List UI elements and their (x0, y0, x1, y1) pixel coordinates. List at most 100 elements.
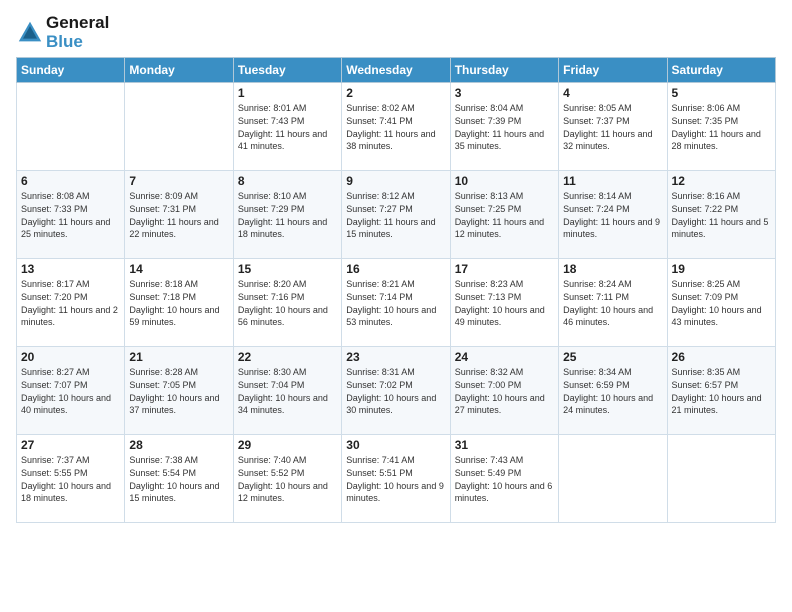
day-number: 25 (563, 350, 662, 364)
calendar-cell: 19 Sunrise: 8:25 AMSunset: 7:09 PMDayligh… (667, 259, 775, 347)
calendar-cell: 1Sunrise: 8:01 AMSunset: 7:43 PMDaylight… (233, 83, 341, 171)
day-info: Sunrise: 8:32 AMSunset: 7:00 PMDaylight:… (455, 366, 554, 416)
day-info: Sunrise: 7:40 AMSunset: 5:52 PMDaylight:… (238, 454, 337, 504)
calendar-week-row: 13 Sunrise: 8:17 AMSunset: 7:20 PMDayligh… (17, 259, 776, 347)
day-number: 5 (672, 86, 771, 100)
calendar-week-row: 1Sunrise: 8:01 AMSunset: 7:43 PMDaylight… (17, 83, 776, 171)
calendar-cell: 16Sunrise: 8:21 AMSunset: 7:14 PMDayligh… (342, 259, 450, 347)
day-info: Sunrise: 8:28 AMSunset: 7:05 PMDaylight:… (129, 366, 228, 416)
day-number: 21 (129, 350, 228, 364)
calendar-cell: 4 Sunrise: 8:05 AMSunset: 7:37 PMDaylight… (559, 83, 667, 171)
day-number: 20 (21, 350, 120, 364)
calendar-cell (125, 83, 233, 171)
logo-icon (16, 19, 44, 47)
day-info: Sunrise: 8:30 AMSunset: 7:04 PMDaylight:… (238, 366, 337, 416)
calendar-cell: 31Sunrise: 7:43 AMSunset: 5:49 PMDayligh… (450, 435, 558, 523)
calendar-table: SundayMondayTuesdayWednesdayThursdayFrid… (16, 57, 776, 523)
day-info: Sunrise: 8:08 AMSunset: 7:33 PMDaylight:… (21, 190, 120, 240)
day-number: 17 (455, 262, 554, 276)
day-info: Sunrise: 8:31 AMSunset: 7:02 PMDaylight:… (346, 366, 445, 416)
logo-text: General Blue (46, 14, 109, 51)
day-number: 13 (21, 262, 120, 276)
day-number: 27 (21, 438, 120, 452)
calendar-cell: 7 Sunrise: 8:09 AMSunset: 7:31 PMDaylight… (125, 171, 233, 259)
day-info: Sunrise: 8:35 AMSunset: 6:57 PMDaylight:… (672, 366, 771, 416)
weekday-header: Thursday (450, 58, 558, 83)
weekday-header: Monday (125, 58, 233, 83)
calendar-cell: 8Sunrise: 8:10 AMSunset: 7:29 PMDaylight… (233, 171, 341, 259)
calendar-week-row: 27 Sunrise: 7:37 AMSunset: 5:55 PMDayligh… (17, 435, 776, 523)
day-info: Sunrise: 8:27 AMSunset: 7:07 PMDaylight:… (21, 366, 120, 416)
calendar-week-row: 6 Sunrise: 8:08 AMSunset: 7:33 PMDaylight… (17, 171, 776, 259)
calendar-cell: 30 Sunrise: 7:41 AMSunset: 5:51 PMDayligh… (342, 435, 450, 523)
day-info: Sunrise: 8:04 AMSunset: 7:39 PMDaylight:… (455, 102, 554, 152)
day-info: Sunrise: 8:09 AMSunset: 7:31 PMDaylight:… (129, 190, 228, 240)
calendar-cell: 13 Sunrise: 8:17 AMSunset: 7:20 PMDayligh… (17, 259, 125, 347)
calendar-cell: 23 Sunrise: 8:31 AMSunset: 7:02 PMDayligh… (342, 347, 450, 435)
calendar-cell: 12 Sunrise: 8:16 AMSunset: 7:22 PMDayligh… (667, 171, 775, 259)
calendar-cell: 10 Sunrise: 8:13 AMSunset: 7:25 PMDayligh… (450, 171, 558, 259)
day-info: Sunrise: 8:24 AMSunset: 7:11 PMDaylight:… (563, 278, 662, 328)
day-number: 11 (563, 174, 662, 188)
day-number: 7 (129, 174, 228, 188)
day-number: 14 (129, 262, 228, 276)
day-number: 28 (129, 438, 228, 452)
day-number: 31 (455, 438, 554, 452)
day-info: Sunrise: 8:01 AMSunset: 7:43 PMDaylight:… (238, 102, 337, 152)
header: General Blue (16, 10, 776, 51)
calendar-cell: 26 Sunrise: 8:35 AMSunset: 6:57 PMDayligh… (667, 347, 775, 435)
weekday-header: Friday (559, 58, 667, 83)
day-info: Sunrise: 8:05 AMSunset: 7:37 PMDaylight:… (563, 102, 662, 152)
day-number: 10 (455, 174, 554, 188)
day-number: 23 (346, 350, 445, 364)
calendar-cell: 18Sunrise: 8:24 AMSunset: 7:11 PMDayligh… (559, 259, 667, 347)
calendar-cell: 29 Sunrise: 7:40 AMSunset: 5:52 PMDayligh… (233, 435, 341, 523)
calendar-cell: 27 Sunrise: 7:37 AMSunset: 5:55 PMDayligh… (17, 435, 125, 523)
day-info: Sunrise: 8:25 AMSunset: 7:09 PMDaylight:… (672, 278, 771, 328)
calendar-cell: 3Sunrise: 8:04 AMSunset: 7:39 PMDaylight… (450, 83, 558, 171)
day-info: Sunrise: 7:41 AMSunset: 5:51 PMDaylight:… (346, 454, 445, 504)
calendar-cell: 17 Sunrise: 8:23 AMSunset: 7:13 PMDayligh… (450, 259, 558, 347)
weekday-header-row: SundayMondayTuesdayWednesdayThursdayFrid… (17, 58, 776, 83)
day-number: 26 (672, 350, 771, 364)
page: General Blue SundayMondayTuesdayWednesda… (0, 0, 792, 612)
calendar-cell: 2 Sunrise: 8:02 AMSunset: 7:41 PMDaylight… (342, 83, 450, 171)
day-number: 19 (672, 262, 771, 276)
weekday-header: Wednesday (342, 58, 450, 83)
calendar-cell: 20 Sunrise: 8:27 AMSunset: 7:07 PMDayligh… (17, 347, 125, 435)
day-info: Sunrise: 8:06 AMSunset: 7:35 PMDaylight:… (672, 102, 771, 152)
day-info: Sunrise: 8:12 AMSunset: 7:27 PMDaylight:… (346, 190, 445, 240)
day-number: 2 (346, 86, 445, 100)
calendar-cell (17, 83, 125, 171)
calendar-cell: 22Sunrise: 8:30 AMSunset: 7:04 PMDayligh… (233, 347, 341, 435)
day-number: 8 (238, 174, 337, 188)
calendar-cell: 25Sunrise: 8:34 AMSunset: 6:59 PMDayligh… (559, 347, 667, 435)
weekday-header: Saturday (667, 58, 775, 83)
day-number: 29 (238, 438, 337, 452)
day-info: Sunrise: 8:02 AMSunset: 7:41 PMDaylight:… (346, 102, 445, 152)
day-info: Sunrise: 8:17 AMSunset: 7:20 PMDaylight:… (21, 278, 120, 328)
day-number: 6 (21, 174, 120, 188)
calendar-cell: 21 Sunrise: 8:28 AMSunset: 7:05 PMDayligh… (125, 347, 233, 435)
day-info: Sunrise: 8:16 AMSunset: 7:22 PMDaylight:… (672, 190, 771, 240)
day-number: 15 (238, 262, 337, 276)
calendar-cell: 9Sunrise: 8:12 AMSunset: 7:27 PMDaylight… (342, 171, 450, 259)
calendar-cell: 11 Sunrise: 8:14 AMSunset: 7:24 PMDayligh… (559, 171, 667, 259)
calendar-cell: 14Sunrise: 8:18 AMSunset: 7:18 PMDayligh… (125, 259, 233, 347)
day-info: Sunrise: 8:14 AMSunset: 7:24 PMDaylight:… (563, 190, 662, 240)
day-info: Sunrise: 7:37 AMSunset: 5:55 PMDaylight:… (21, 454, 120, 504)
day-info: Sunrise: 8:23 AMSunset: 7:13 PMDaylight:… (455, 278, 554, 328)
day-number: 30 (346, 438, 445, 452)
day-info: Sunrise: 7:38 AMSunset: 5:54 PMDaylight:… (129, 454, 228, 504)
calendar-cell: 24 Sunrise: 8:32 AMSunset: 7:00 PMDayligh… (450, 347, 558, 435)
day-number: 24 (455, 350, 554, 364)
calendar-week-row: 20 Sunrise: 8:27 AMSunset: 7:07 PMDayligh… (17, 347, 776, 435)
day-number: 4 (563, 86, 662, 100)
day-number: 12 (672, 174, 771, 188)
day-info: Sunrise: 8:20 AMSunset: 7:16 PMDaylight:… (238, 278, 337, 328)
day-info: Sunrise: 8:13 AMSunset: 7:25 PMDaylight:… (455, 190, 554, 240)
calendar-cell: 5 Sunrise: 8:06 AMSunset: 7:35 PMDaylight… (667, 83, 775, 171)
day-info: Sunrise: 8:21 AMSunset: 7:14 PMDaylight:… (346, 278, 445, 328)
calendar-cell: 15 Sunrise: 8:20 AMSunset: 7:16 PMDayligh… (233, 259, 341, 347)
calendar-cell: 6 Sunrise: 8:08 AMSunset: 7:33 PMDaylight… (17, 171, 125, 259)
